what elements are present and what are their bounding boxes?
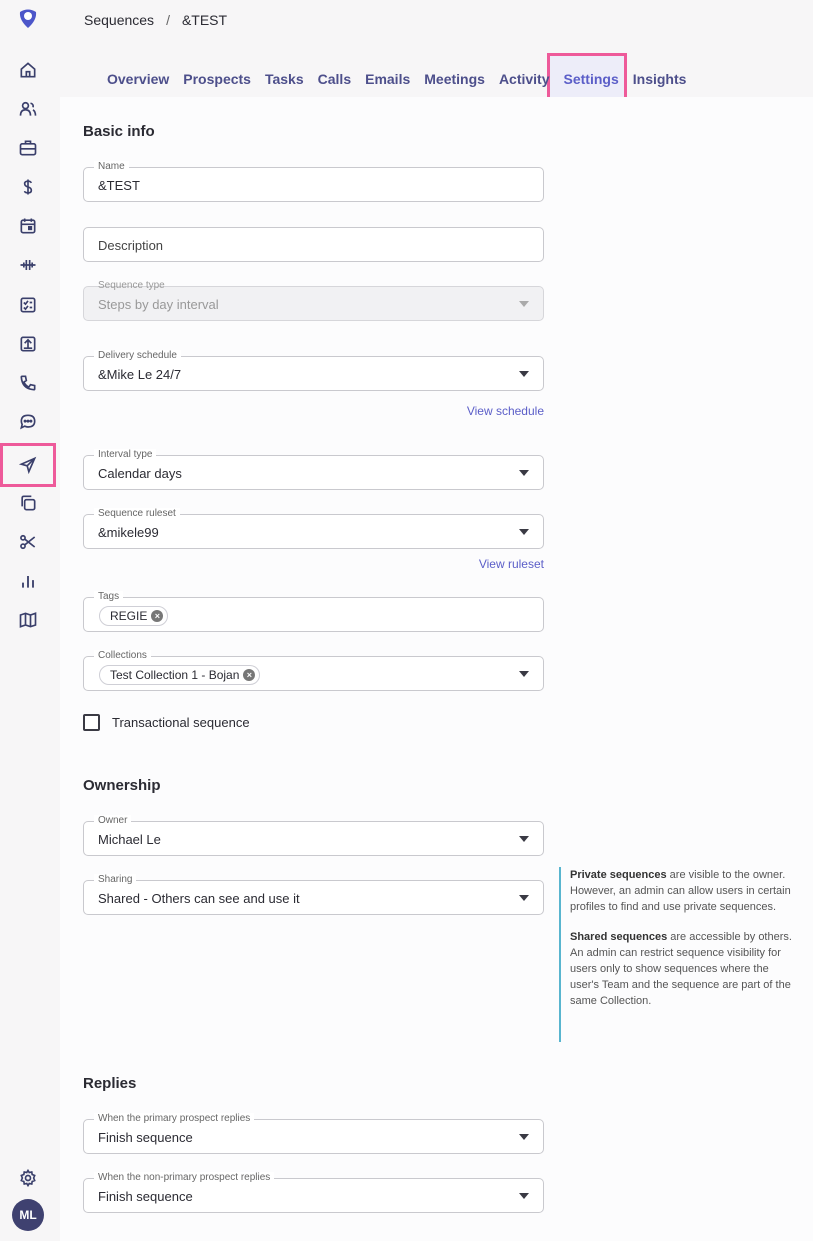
dollar-icon[interactable]: [0, 168, 56, 206]
home-icon[interactable]: [0, 51, 56, 89]
chevron-down-icon[interactable]: [519, 836, 529, 842]
tags-field[interactable]: Tags REGIE ×: [83, 591, 544, 632]
calendar-icon[interactable]: [0, 207, 56, 245]
sequence-ruleset-select[interactable]: Sequence ruleset &mikele99: [83, 508, 544, 549]
transactional-label[interactable]: Transactional sequence: [112, 715, 250, 730]
send-icon[interactable]: [0, 443, 56, 487]
checklist-icon[interactable]: [0, 286, 56, 324]
tags-label: Tags: [94, 591, 124, 603]
basic-info-title: Basic info: [83, 123, 155, 140]
non-primary-reply-value: Finish sequence: [98, 1189, 193, 1204]
tag-chip: REGIE ×: [99, 606, 169, 626]
interval-type-select[interactable]: Interval type Calendar days: [83, 449, 544, 490]
chevron-down-icon[interactable]: [519, 371, 529, 377]
upload-icon[interactable]: [0, 325, 56, 363]
bar-chart-icon[interactable]: [0, 562, 56, 600]
tab-emails[interactable]: Emails: [358, 70, 417, 88]
private-help-title: Private sequences: [570, 869, 667, 881]
tag-chip-label: REGIE: [110, 609, 148, 623]
sharing-select[interactable]: Sharing Shared - Others can see and use …: [83, 874, 544, 915]
chevron-down-icon[interactable]: [519, 671, 529, 677]
logo-icon[interactable]: [16, 6, 40, 30]
chevron-down-icon[interactable]: [519, 1193, 529, 1199]
name-field[interactable]: Name &TEST: [83, 161, 544, 202]
collections-label: Collections: [94, 650, 151, 662]
tab-prospects[interactable]: Prospects: [176, 70, 258, 88]
avatar[interactable]: ML: [12, 1199, 44, 1231]
tab-activity[interactable]: Activity: [492, 70, 557, 88]
tab-overview[interactable]: Overview: [100, 70, 176, 88]
chevron-down-icon: [519, 301, 529, 307]
collections-select[interactable]: Collections Test Collection 1 - Bojan ×: [83, 650, 544, 691]
tab-meetings[interactable]: Meetings: [417, 70, 492, 88]
sequence-type-value: Steps by day interval: [98, 297, 219, 312]
sequence-type-select: Sequence type Steps by day interval: [83, 280, 544, 321]
sequence-ruleset-label: Sequence ruleset: [94, 508, 180, 520]
remove-chip-icon[interactable]: ×: [243, 669, 256, 681]
breadcrumb-separator: /: [166, 12, 170, 28]
tab-bar: Overview Prospects Tasks Calls Emails Me…: [100, 53, 694, 101]
non-primary-reply-label: When the non-primary prospect replies: [94, 1172, 275, 1184]
chevron-down-icon[interactable]: [519, 1134, 529, 1140]
primary-reply-select[interactable]: When the primary prospect replies Finish…: [83, 1113, 544, 1154]
waveform-icon[interactable]: [0, 246, 56, 284]
people-icon[interactable]: [0, 90, 56, 128]
view-schedule-link[interactable]: View schedule: [430, 404, 544, 418]
sharing-value: Shared - Others can see and use it: [98, 891, 300, 906]
interval-type-label: Interval type: [94, 449, 157, 461]
delivery-schedule-select[interactable]: Delivery schedule &Mike Le 24/7: [83, 350, 544, 391]
briefcase-icon[interactable]: [0, 129, 56, 167]
description-field[interactable]: Description: [83, 227, 544, 262]
primary-reply-value: Finish sequence: [98, 1130, 193, 1145]
replies-title: Replies: [83, 1075, 137, 1092]
gear-icon[interactable]: [0, 1159, 56, 1197]
scissors-icon[interactable]: [0, 523, 56, 561]
delivery-schedule-value: &Mike Le 24/7: [98, 367, 182, 382]
delivery-schedule-label: Delivery schedule: [94, 350, 181, 362]
view-ruleset-link[interactable]: View ruleset: [430, 557, 544, 571]
breadcrumb: Sequences / &TEST: [84, 12, 227, 28]
collection-chip-label: Test Collection 1 - Bojan: [110, 668, 240, 682]
breadcrumb-current: &TEST: [181, 12, 228, 28]
sequence-ruleset-value: &mikele99: [98, 525, 159, 540]
owner-value: Michael Le: [98, 832, 161, 847]
primary-reply-label: When the primary prospect replies: [94, 1113, 255, 1125]
chevron-down-icon[interactable]: [519, 895, 529, 901]
name-value: &TEST: [98, 178, 140, 193]
sharing-help-text: Private sequences are visible to the own…: [559, 867, 799, 1042]
remove-chip-icon[interactable]: ×: [151, 610, 164, 622]
non-primary-reply-select[interactable]: When the non-primary prospect replies Fi…: [83, 1172, 544, 1213]
tab-tasks[interactable]: Tasks: [258, 70, 311, 88]
ownership-title: Ownership: [83, 777, 161, 794]
sharing-label: Sharing: [94, 874, 137, 886]
tab-calls[interactable]: Calls: [311, 70, 358, 88]
map-icon[interactable]: [0, 601, 56, 639]
private-help: Private sequences are visible to the own…: [570, 867, 799, 915]
phone-icon[interactable]: [0, 364, 56, 402]
name-label: Name: [94, 161, 129, 173]
left-rail: ML: [0, 0, 56, 1241]
sequence-type-label: Sequence type: [98, 280, 165, 291]
copy-icon[interactable]: [0, 484, 56, 522]
interval-type-value: Calendar days: [98, 466, 182, 481]
shared-help-title: Shared sequences: [570, 931, 668, 943]
owner-select[interactable]: Owner Michael Le: [83, 815, 544, 856]
chevron-down-icon[interactable]: [519, 470, 529, 476]
transactional-checkbox[interactable]: [83, 714, 100, 731]
tab-settings[interactable]: Settings: [546, 53, 627, 101]
tab-settings-label: Settings: [563, 71, 619, 87]
tab-insights[interactable]: Insights: [626, 70, 694, 88]
shared-help: Shared sequences are accessible by other…: [570, 929, 799, 1009]
breadcrumb-root[interactable]: Sequences: [84, 12, 154, 28]
description-placeholder: Description: [98, 238, 164, 253]
owner-label: Owner: [94, 815, 132, 827]
chat-icon[interactable]: [0, 403, 56, 441]
chevron-down-icon[interactable]: [519, 529, 529, 535]
collection-chip: Test Collection 1 - Bojan ×: [99, 665, 261, 685]
